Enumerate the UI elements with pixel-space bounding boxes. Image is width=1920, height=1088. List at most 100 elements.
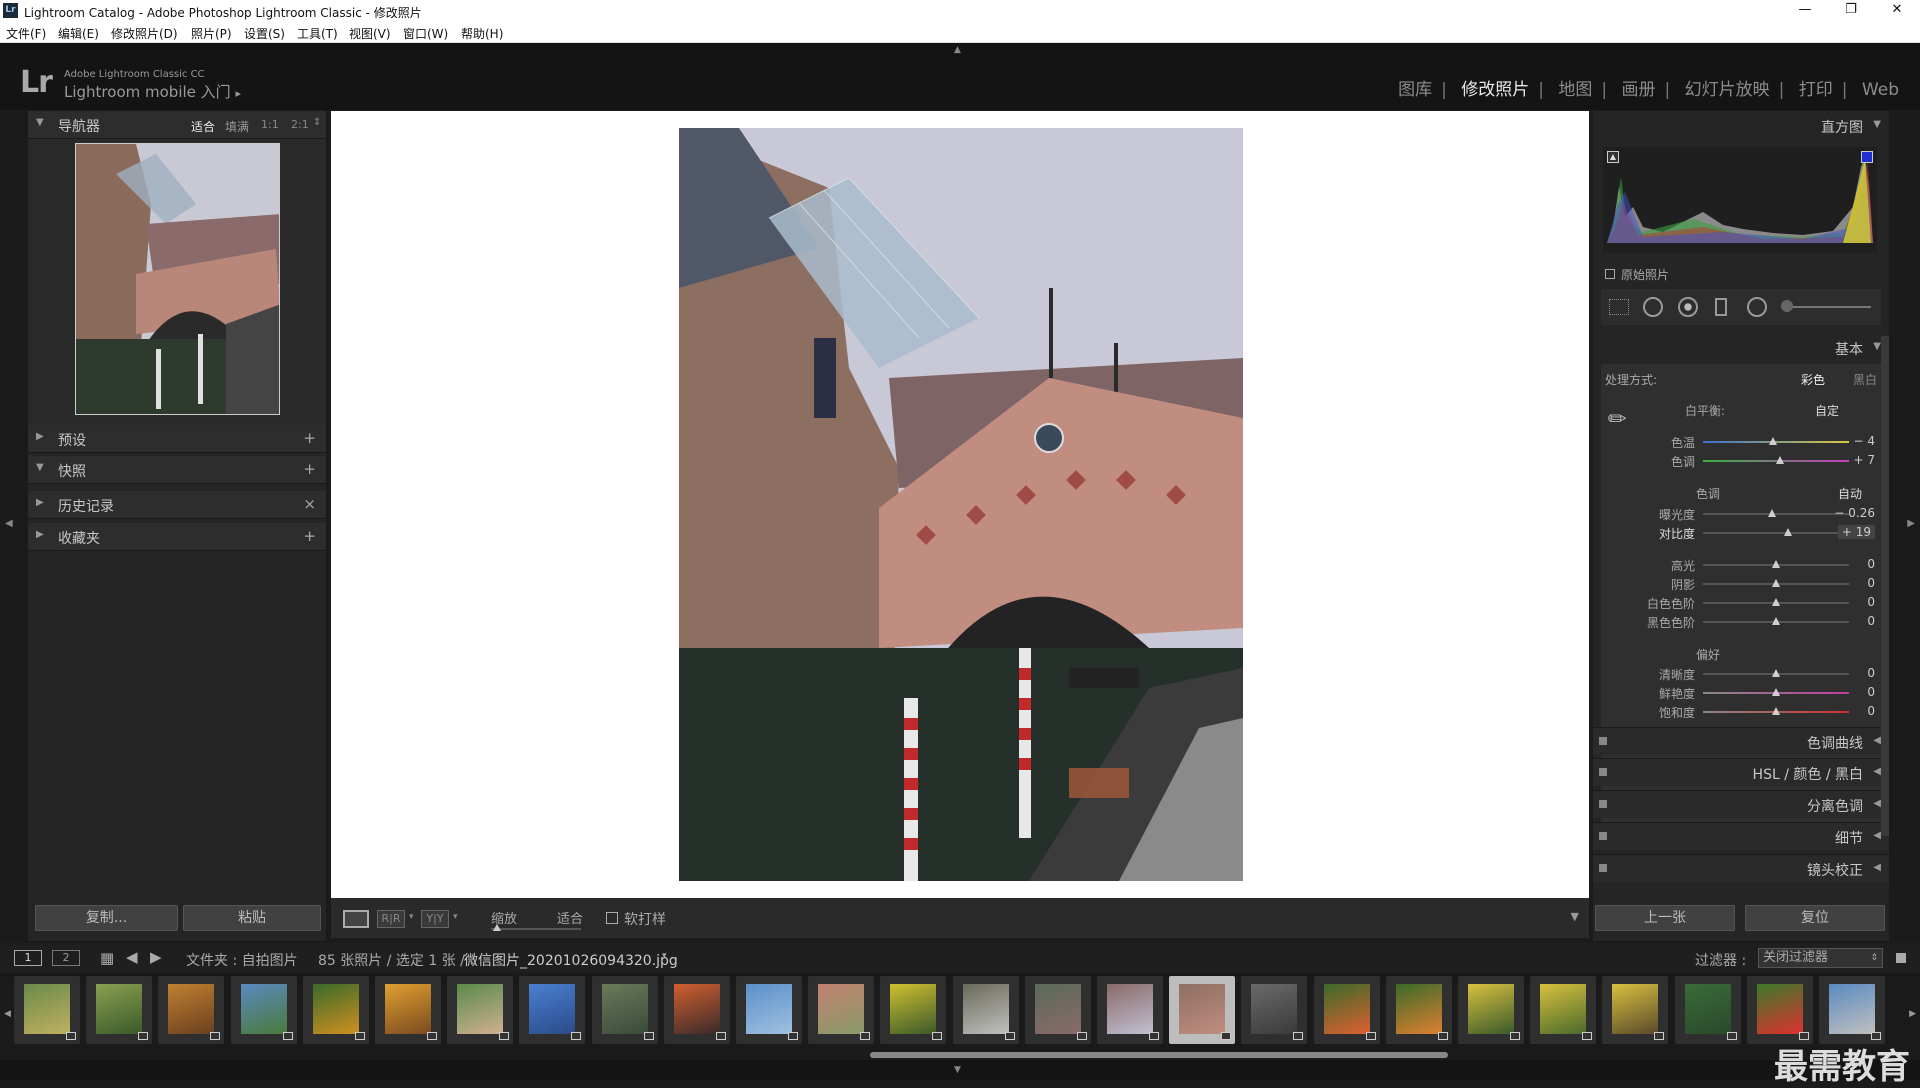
right-panel-scrollbar[interactable] xyxy=(1881,336,1889,836)
crop-overlay-icon[interactable] xyxy=(1609,299,1629,315)
wb-value[interactable]: 自定 xyxy=(1815,402,1839,419)
before-after-icon[interactable]: R|R xyxy=(377,910,405,928)
menu-view[interactable]: 视图(V) xyxy=(349,25,391,42)
nav-mode-fill[interactable]: 填满 xyxy=(225,118,249,135)
tone-curve-section[interactable]: 色调曲线 ◀ xyxy=(1593,727,1889,755)
filmstrip-thumbnail[interactable] xyxy=(302,976,369,1044)
shadows-value[interactable]: 0 xyxy=(1867,576,1875,590)
highlights-slider[interactable]: 高光 0 xyxy=(1593,557,1889,573)
tone-auto-button[interactable]: 自动 xyxy=(1838,485,1862,502)
menu-help[interactable]: 帮助(H) xyxy=(461,25,503,42)
basic-header[interactable]: 基本 ▼ xyxy=(1593,335,1889,363)
exposure-slider[interactable]: 曝光度 − 0.26 xyxy=(1593,506,1889,522)
treatment-color[interactable]: 彩色 xyxy=(1801,371,1825,388)
navigator-thumbnail[interactable] xyxy=(75,143,280,415)
filmstrip-thumbnail[interactable] xyxy=(1819,976,1885,1044)
temp-value[interactable]: − 4 xyxy=(1853,434,1875,448)
module-slideshow[interactable]: 幻灯片放映 xyxy=(1685,80,1770,100)
filmstrip-scroll-right-icon[interactable]: ▶ xyxy=(1909,1009,1916,1019)
exposure-track[interactable] xyxy=(1703,513,1849,515)
saturation-slider[interactable]: 饱和度 0 xyxy=(1593,704,1889,720)
module-map[interactable]: 地图 xyxy=(1558,80,1592,100)
filmstrip-thumbnail[interactable] xyxy=(1458,976,1524,1044)
collapse-right-icon[interactable]: ▶ xyxy=(1907,518,1915,529)
whites-slider[interactable]: 白色色阶 0 xyxy=(1593,595,1889,611)
filmstrip-thumbnail[interactable] xyxy=(1313,976,1380,1044)
filmstrip-thumbnail[interactable] xyxy=(591,976,658,1044)
detail-section[interactable]: 细节 ◀ xyxy=(1593,822,1889,850)
reset-button[interactable]: 复位 xyxy=(1745,905,1885,931)
swap-before-after-icon[interactable]: Y|Y xyxy=(421,910,449,928)
module-develop[interactable]: 修改照片 xyxy=(1461,80,1529,100)
collapse-top-icon[interactable]: ▲ xyxy=(954,45,961,55)
history-header[interactable]: ▶ 历史记录 × xyxy=(28,491,326,519)
navigator-header[interactable]: ▼ 导航器 适合 填满 1:1 2:1 ⇕ xyxy=(28,111,326,139)
zoom-slider[interactable] xyxy=(491,928,581,930)
adjustment-brush-icon[interactable] xyxy=(1781,306,1871,308)
clarity-slider[interactable]: 清晰度 0 xyxy=(1593,666,1889,682)
main-window-button[interactable]: 1 xyxy=(14,950,42,966)
tint-slider[interactable]: 色调 + 7 xyxy=(1593,453,1889,469)
toolbar-menu-icon[interactable]: ▼ xyxy=(1571,910,1579,923)
lens-corrections-section[interactable]: 镜头校正 ◀ xyxy=(1593,854,1889,882)
module-web[interactable]: Web xyxy=(1862,80,1899,100)
filmstrip-thumbnail[interactable] xyxy=(808,976,875,1044)
brush-size-knob[interactable] xyxy=(1781,300,1793,312)
panel-toggle-icon[interactable] xyxy=(1599,768,1607,776)
menu-edit[interactable]: 编辑(E) xyxy=(58,25,99,42)
saturation-value[interactable]: 0 xyxy=(1867,704,1875,718)
previous-button[interactable]: 上一张 xyxy=(1595,905,1735,931)
filter-select[interactable]: 关闭过滤器 ⇕ xyxy=(1758,948,1883,968)
filename-dropdown-icon[interactable]: ▾ xyxy=(662,951,667,961)
filmstrip-thumbnail[interactable] xyxy=(1169,976,1236,1044)
close-button[interactable]: ✕ xyxy=(1874,0,1920,22)
contrast-knob[interactable] xyxy=(1783,528,1792,536)
collections-header[interactable]: ▶ 收藏夹 + xyxy=(28,523,326,551)
highlights-knob[interactable] xyxy=(1772,560,1780,568)
histogram-area[interactable]: ▲ xyxy=(1603,147,1877,253)
whites-knob[interactable] xyxy=(1772,598,1780,606)
blacks-value[interactable]: 0 xyxy=(1867,614,1875,628)
filmstrip-thumbnail[interactable] xyxy=(1674,976,1741,1044)
histogram-header[interactable]: 直方图 ▼ xyxy=(1593,111,1889,139)
selected-filename[interactable]: 微信图片_20201026094320.jpg xyxy=(464,950,678,970)
highlights-value[interactable]: 0 xyxy=(1867,557,1875,571)
exposure-value[interactable]: − 0.26 xyxy=(1834,506,1875,520)
softproof-checkbox[interactable] xyxy=(606,912,618,924)
nav-mode-dropdown-icon[interactable]: ⇕ xyxy=(313,117,321,128)
radial-filter-icon[interactable] xyxy=(1747,297,1767,317)
nav-mode-2-1[interactable]: 2:1 xyxy=(291,118,309,131)
tint-value[interactable]: + 7 xyxy=(1853,453,1875,467)
collapse-bottom-icon[interactable]: ▼ xyxy=(954,1065,961,1075)
forward-arrow-icon[interactable]: ▶ xyxy=(150,948,162,966)
menu-photo[interactable]: 照片(P) xyxy=(191,25,232,42)
filmstrip-thumbnail[interactable] xyxy=(880,976,947,1044)
menu-file[interactable]: 文件(F) xyxy=(6,25,46,42)
panel-toggle-icon[interactable] xyxy=(1599,864,1607,872)
shadows-knob[interactable] xyxy=(1772,579,1780,587)
filmstrip-thumbnail[interactable] xyxy=(86,976,153,1044)
swap-dropdown-icon[interactable]: ▾ xyxy=(453,912,458,922)
saturation-knob[interactable] xyxy=(1772,707,1780,715)
filmstrip-thumbnail[interactable] xyxy=(375,976,441,1044)
source-folder[interactable]: 文件夹 : 自拍图片 xyxy=(186,950,298,970)
split-toning-section[interactable]: 分离色调 ◀ xyxy=(1593,790,1889,818)
second-window-button[interactable]: 2 xyxy=(52,950,80,966)
minimize-button[interactable]: — xyxy=(1782,0,1828,22)
menu-settings[interactable]: 设置(S) xyxy=(244,25,285,42)
menu-develop[interactable]: 修改照片(D) xyxy=(111,25,178,42)
filmstrip-thumbnail[interactable] xyxy=(663,976,730,1044)
vibrance-value[interactable]: 0 xyxy=(1867,685,1875,699)
filmstrip-thumbnail[interactable] xyxy=(447,976,514,1044)
red-eye-icon[interactable] xyxy=(1678,297,1698,317)
filmstrip-thumbnail[interactable] xyxy=(1602,976,1669,1044)
whites-value[interactable]: 0 xyxy=(1867,595,1875,609)
nav-mode-fit[interactable]: 适合 xyxy=(191,118,215,135)
highlight-clipping-icon[interactable] xyxy=(1861,151,1873,163)
spot-removal-icon[interactable] xyxy=(1643,297,1663,317)
loupe-view-icon[interactable] xyxy=(343,910,369,928)
main-photo[interactable] xyxy=(679,128,1243,881)
filmstrip-thumbnail[interactable] xyxy=(158,976,225,1044)
filmstrip-scrollbar[interactable] xyxy=(870,1052,1448,1058)
snapshots-header[interactable]: ▼ 快照 + xyxy=(28,456,326,484)
